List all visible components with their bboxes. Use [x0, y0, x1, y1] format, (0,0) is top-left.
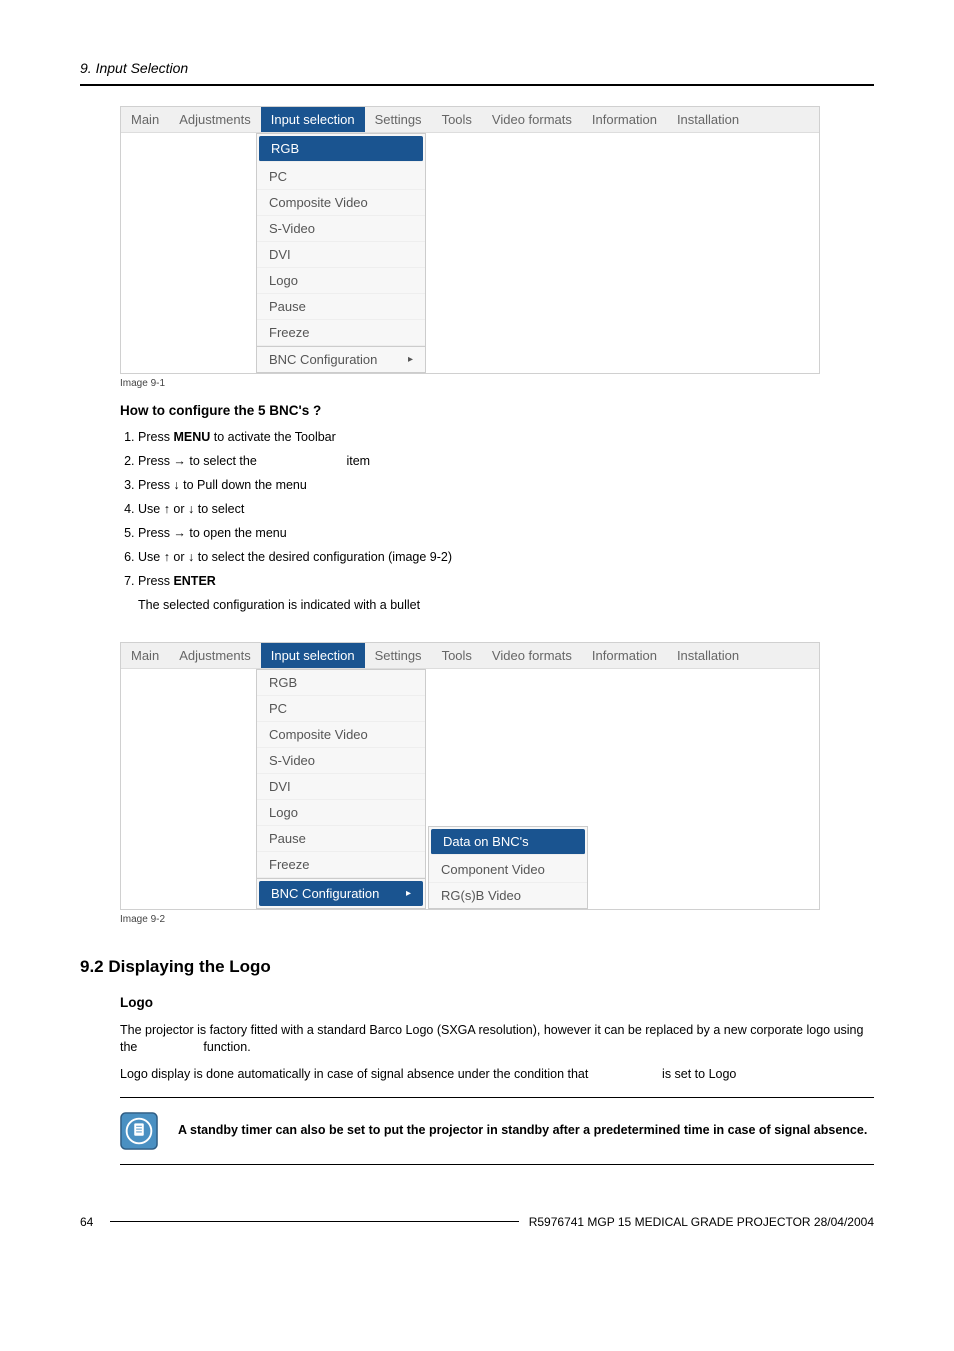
- submenu-item-component-video[interactable]: Component Video: [429, 857, 587, 883]
- step-item: Press → to open the menu: [138, 526, 874, 540]
- dropdown-item-s-video[interactable]: S-Video: [257, 748, 425, 774]
- submenu-item-rg-s-b-video[interactable]: RG(s)B Video: [429, 883, 587, 908]
- menubar-item-settings[interactable]: Settings: [365, 643, 432, 668]
- step-item: Press ENTER: [138, 574, 874, 588]
- menubar-item-video-formats[interactable]: Video formats: [482, 643, 582, 668]
- image-caption-1: Image 9-1: [120, 378, 874, 389]
- dropdown-item-rgb[interactable]: RGB: [257, 670, 425, 696]
- screenshot-image-9-2: MainAdjustmentsInput selectionSettingsTo…: [120, 642, 820, 910]
- dropdown-item-composite-video[interactable]: Composite Video: [257, 722, 425, 748]
- step-item: Use ↑ or ↓ to select BNC Configuration: [138, 502, 874, 516]
- chevron-right-icon: ▸: [408, 354, 413, 365]
- footer-rule: [110, 1221, 519, 1222]
- step-item: Press MENU to activate the Toolbar: [138, 430, 874, 444]
- dropdown-item-freeze[interactable]: Freeze: [257, 852, 425, 878]
- steps-list: Press MENU to activate the Toolbar Press …: [120, 430, 874, 612]
- submenu-item-data-on-bnc-s[interactable]: Data on BNC's: [431, 829, 585, 855]
- menubar-item-main[interactable]: Main: [121, 643, 169, 668]
- menubar-item-adjustments[interactable]: Adjustments: [169, 107, 261, 132]
- dropdown-item-dvi[interactable]: DVI: [257, 242, 425, 268]
- menubar-item-input-selection[interactable]: Input selection: [261, 643, 365, 668]
- menubar-item-information[interactable]: Information: [582, 643, 667, 668]
- input-selection-dropdown-2: RGBPCComposite VideoS-VideoDVILogoPauseF…: [256, 669, 426, 909]
- dropdown-item-logo[interactable]: Logo: [257, 800, 425, 826]
- step-item: Press → to select the Input Selection it…: [138, 454, 874, 468]
- dropdown-item-pause[interactable]: Pause: [257, 294, 425, 320]
- logo-paragraph-1: The projector is factory fitted with a s…: [120, 1022, 874, 1056]
- menubar-item-tools[interactable]: Tools: [432, 107, 482, 132]
- logo-subheading: Logo: [120, 995, 874, 1010]
- step-item: Press ↓ to Pull down the menu: [138, 478, 874, 492]
- steps-note: The selected configuration is indicated …: [138, 598, 874, 612]
- menubar-item-information[interactable]: Information: [582, 107, 667, 132]
- menubar-item-input-selection[interactable]: Input selection: [261, 107, 365, 132]
- chevron-right-icon: ▸: [406, 888, 411, 899]
- note-text: A standby timer can also be set to put t…: [178, 1122, 867, 1140]
- menubar-item-installation[interactable]: Installation: [667, 643, 749, 668]
- logo-paragraph-2: Logo display is done automatically in ca…: [120, 1066, 874, 1083]
- note-icon: [120, 1112, 158, 1150]
- menubar-item-tools[interactable]: Tools: [432, 643, 482, 668]
- dropdown-item-rgb[interactable]: RGB: [259, 136, 423, 162]
- dropdown-item-pc[interactable]: PC: [257, 164, 425, 190]
- menubar-item-installation[interactable]: Installation: [667, 107, 749, 132]
- menubar-item-adjustments[interactable]: Adjustments: [169, 643, 261, 668]
- howto-heading: How to configure the 5 BNC's ?: [120, 403, 874, 418]
- step-item: Use ↑ or ↓ to select the desired configu…: [138, 550, 874, 564]
- chapter-header: 9. Input Selection: [80, 60, 874, 76]
- input-selection-dropdown: RGBPCComposite VideoS-VideoDVILogoPauseF…: [256, 133, 426, 373]
- menubar-item-settings[interactable]: Settings: [365, 107, 432, 132]
- dropdown-item-dvi[interactable]: DVI: [257, 774, 425, 800]
- dropdown-item-freeze[interactable]: Freeze: [257, 320, 425, 346]
- screenshot-image-9-1: MainAdjustmentsInput selectionSettingsTo…: [120, 106, 820, 374]
- dropdown-item-bnc-configuration[interactable]: BNC Configuration▸: [259, 881, 423, 906]
- page-number: 64: [80, 1215, 100, 1229]
- menubar: MainAdjustmentsInput selectionSettingsTo…: [121, 107, 819, 133]
- dropdown-item-logo[interactable]: Logo: [257, 268, 425, 294]
- footer-text: R5976741 MGP 15 MEDICAL GRADE PROJECTOR …: [529, 1215, 874, 1229]
- dropdown-item-s-video[interactable]: S-Video: [257, 216, 425, 242]
- dropdown-item-pause[interactable]: Pause: [257, 826, 425, 852]
- dropdown-item-composite-video[interactable]: Composite Video: [257, 190, 425, 216]
- image-caption-2: Image 9-2: [120, 914, 874, 925]
- menubar-2: MainAdjustmentsInput selectionSettingsTo…: [121, 643, 819, 669]
- menubar-item-main[interactable]: Main: [121, 107, 169, 132]
- dropdown-item-bnc-configuration[interactable]: BNC Configuration▸: [257, 347, 425, 372]
- section-9-2-heading: 9.2 Displaying the Logo: [80, 957, 874, 977]
- header-rule: [80, 84, 874, 86]
- menubar-item-video-formats[interactable]: Video formats: [482, 107, 582, 132]
- bnc-submenu: Data on BNC'sComponent VideoRG(s)B Video: [428, 826, 588, 909]
- page-footer: 64 R5976741 MGP 15 MEDICAL GRADE PROJECT…: [80, 1215, 874, 1229]
- note-box: A standby timer can also be set to put t…: [120, 1097, 874, 1165]
- dropdown-item-pc[interactable]: PC: [257, 696, 425, 722]
